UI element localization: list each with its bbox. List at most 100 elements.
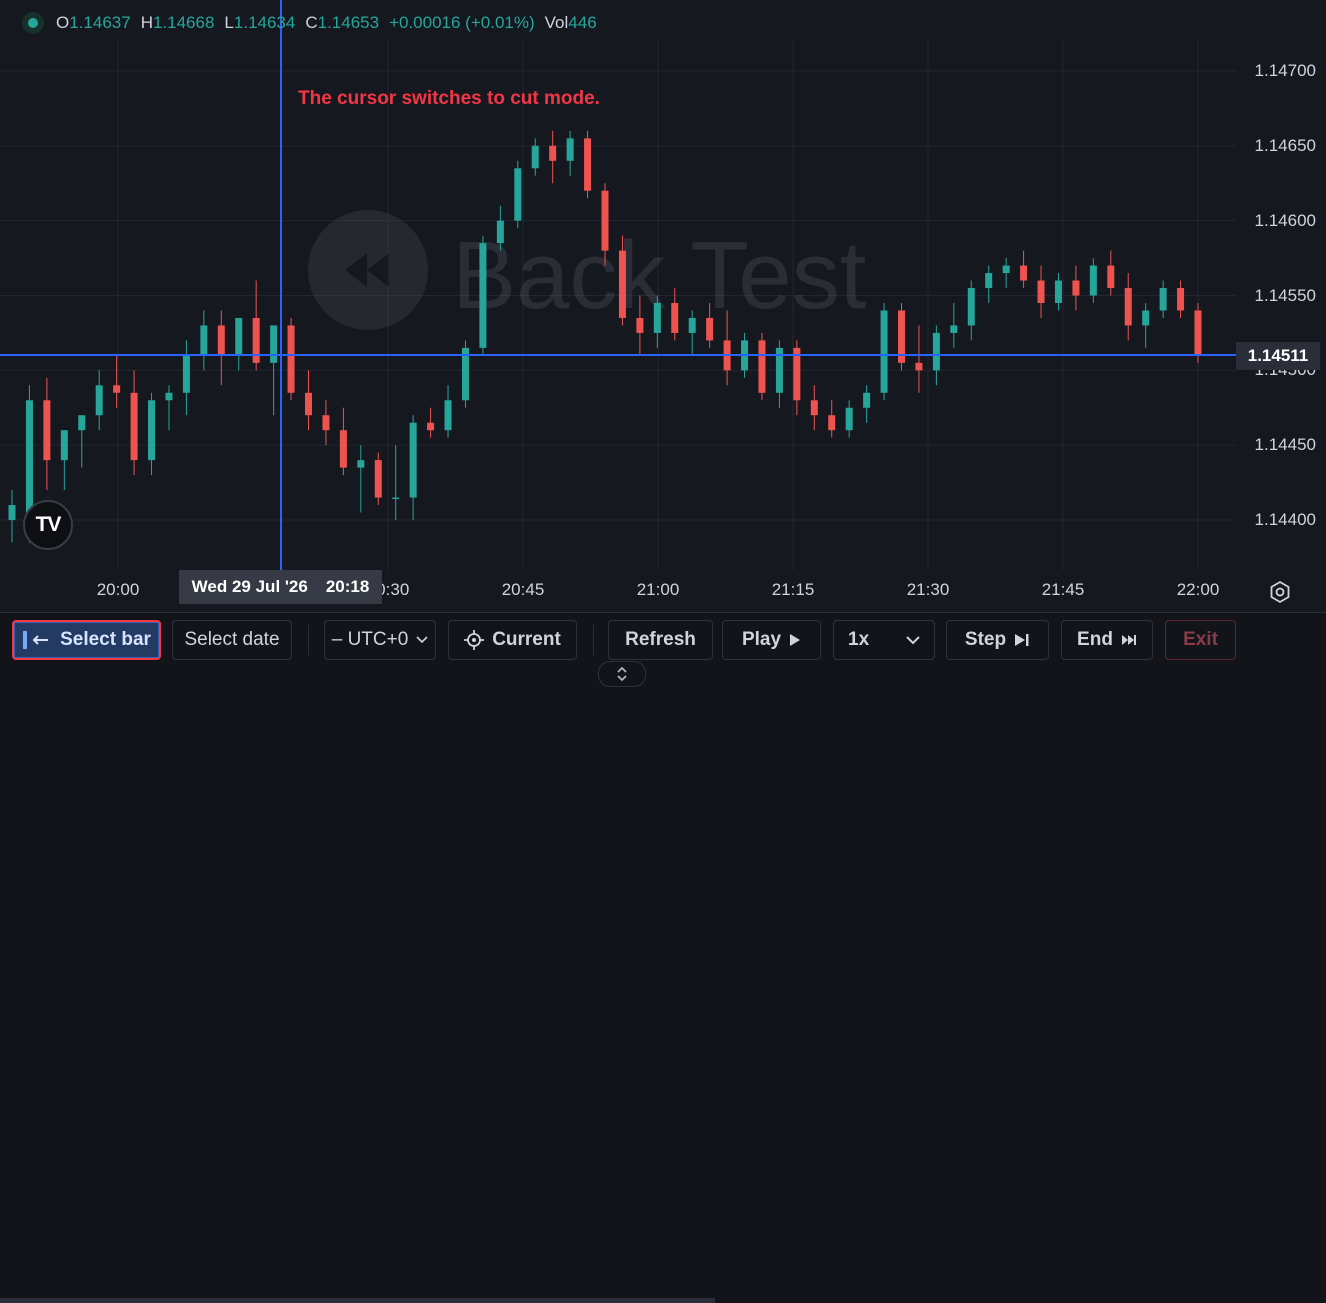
- close-label: C: [305, 13, 318, 32]
- ohlc-legend: O 1.14637 H 1.14668 L 1.14634 C 1.14653 …: [22, 12, 607, 34]
- time-axis-label: 21:00: [636, 580, 680, 599]
- step-forward-icon: [1015, 634, 1029, 646]
- play-label: Play: [741, 629, 782, 650]
- price-axis-label: 1.14650: [1254, 135, 1316, 155]
- price-axis-label: 1.14400: [1254, 510, 1316, 529]
- time-axis-label: 21:30: [906, 580, 950, 599]
- timezone-select[interactable]: – UTC+0: [324, 620, 436, 660]
- skip-to-end-icon: [1121, 635, 1136, 645]
- volume-label: Vol: [544, 13, 569, 32]
- candle-body: [863, 392, 871, 408]
- step-button[interactable]: Step: [946, 620, 1049, 660]
- candle-body: [549, 145, 557, 161]
- time-axis-label: 21:15: [771, 580, 815, 599]
- high-label: H: [140, 13, 153, 32]
- candle-body: [1124, 288, 1132, 326]
- candle-body: [322, 415, 330, 431]
- candle-body: [985, 273, 993, 289]
- backtest-watermark: Back Test: [308, 210, 866, 330]
- candle-body: [671, 302, 679, 333]
- refresh-button[interactable]: Refresh: [608, 620, 713, 660]
- close-value: 1.14653: [317, 13, 380, 32]
- candle-body: [880, 310, 888, 393]
- candle-body: [305, 392, 312, 416]
- volume-value: 446: [568, 13, 597, 32]
- candle-body: [932, 332, 940, 371]
- open-label: O: [56, 13, 70, 32]
- candle-body: [1177, 288, 1185, 311]
- chevron-down-icon: [906, 635, 920, 644]
- candle-body: [1142, 310, 1150, 326]
- play-button[interactable]: Play: [722, 620, 821, 660]
- candle-body: [200, 325, 208, 356]
- status-dot-icon[interactable]: [22, 12, 44, 34]
- candle-body: [531, 145, 539, 169]
- candle-body: [828, 415, 836, 431]
- select-bar-button[interactable]: Select bar: [12, 620, 161, 660]
- candle-body: [43, 400, 51, 461]
- candle-body: [78, 415, 86, 431]
- timezone-label: – UTC+0: [331, 629, 409, 650]
- crosshair-time-tag: Wed 29 Jul '26 20:18: [179, 570, 382, 604]
- collapse-handle[interactable]: [598, 661, 646, 687]
- candle-body: [1194, 310, 1202, 356]
- candle-body: [950, 325, 958, 333]
- candle-body: [1089, 265, 1097, 296]
- tradingview-logo[interactable]: TV: [23, 500, 73, 550]
- candle-body: [758, 340, 766, 393]
- select-bar-label: Select bar: [60, 629, 151, 650]
- toolbar-divider: [308, 625, 309, 655]
- chart-canvas[interactable]: Back Test: [0, 0, 1326, 612]
- select-date-label: Select date: [184, 629, 280, 650]
- candle-body: [584, 138, 592, 191]
- low-label: L: [224, 13, 234, 32]
- exit-button[interactable]: Exit: [1165, 620, 1236, 660]
- candle-body: [287, 325, 295, 393]
- select-date-button[interactable]: Select date: [172, 620, 292, 660]
- candle-body: [479, 243, 487, 348]
- candle-body: [1020, 265, 1028, 281]
- current-label: Current: [492, 629, 561, 650]
- candles: [8, 130, 1202, 543]
- speed-select[interactable]: 1x: [833, 620, 935, 660]
- crosshair-date: Wed 29 Jul '26: [191, 577, 308, 596]
- candle-body: [1072, 280, 1080, 296]
- price-axis-label: 1.14600: [1254, 210, 1316, 230]
- time-axis-label: 20:45: [501, 580, 545, 599]
- candle-body: [182, 355, 190, 393]
- candle-body: [810, 400, 818, 416]
- current-button[interactable]: Current: [448, 620, 577, 660]
- candle-body: [618, 250, 626, 318]
- candle-body: [252, 317, 260, 363]
- price-axis-label: 1.14550: [1254, 285, 1316, 305]
- time-axis-label: 20:00: [96, 580, 140, 599]
- candle-body: [357, 460, 365, 468]
- expand-collapse-icon: [617, 666, 627, 682]
- refresh-label: Refresh: [625, 629, 696, 650]
- step-label: Step: [964, 629, 1007, 650]
- crosshair-time: 20:18: [325, 577, 370, 596]
- candle-body: [427, 422, 435, 431]
- horizontal-scrollbar[interactable]: [0, 1298, 715, 1303]
- settings-icon[interactable]: [1268, 580, 1292, 604]
- candle-body: [392, 497, 400, 500]
- candle-body: [1107, 265, 1115, 289]
- candle-body: [688, 317, 696, 333]
- price-axis-label: 1.14450: [1254, 435, 1316, 455]
- time-axis-label: 22:00: [1176, 580, 1220, 599]
- candle-body: [113, 385, 121, 393]
- candle-body: [845, 407, 853, 431]
- candle-body: [566, 138, 574, 161]
- candle-body: [1002, 265, 1010, 274]
- chevron-down-icon: [416, 636, 428, 644]
- annotation-text: The cursor switches to cut mode.: [298, 88, 600, 109]
- low-value: 1.14634: [233, 13, 296, 32]
- end-button[interactable]: End: [1061, 620, 1153, 660]
- candle-body: [95, 385, 103, 416]
- candle-body: [636, 317, 644, 333]
- candle-body: [148, 400, 156, 461]
- candle-body: [496, 220, 504, 244]
- open-value: 1.14637: [69, 13, 131, 32]
- candle-body: [967, 288, 975, 326]
- chart-area[interactable]: Back Test O 1.14637 H 1.14668 L 1.14634 …: [0, 0, 1326, 612]
